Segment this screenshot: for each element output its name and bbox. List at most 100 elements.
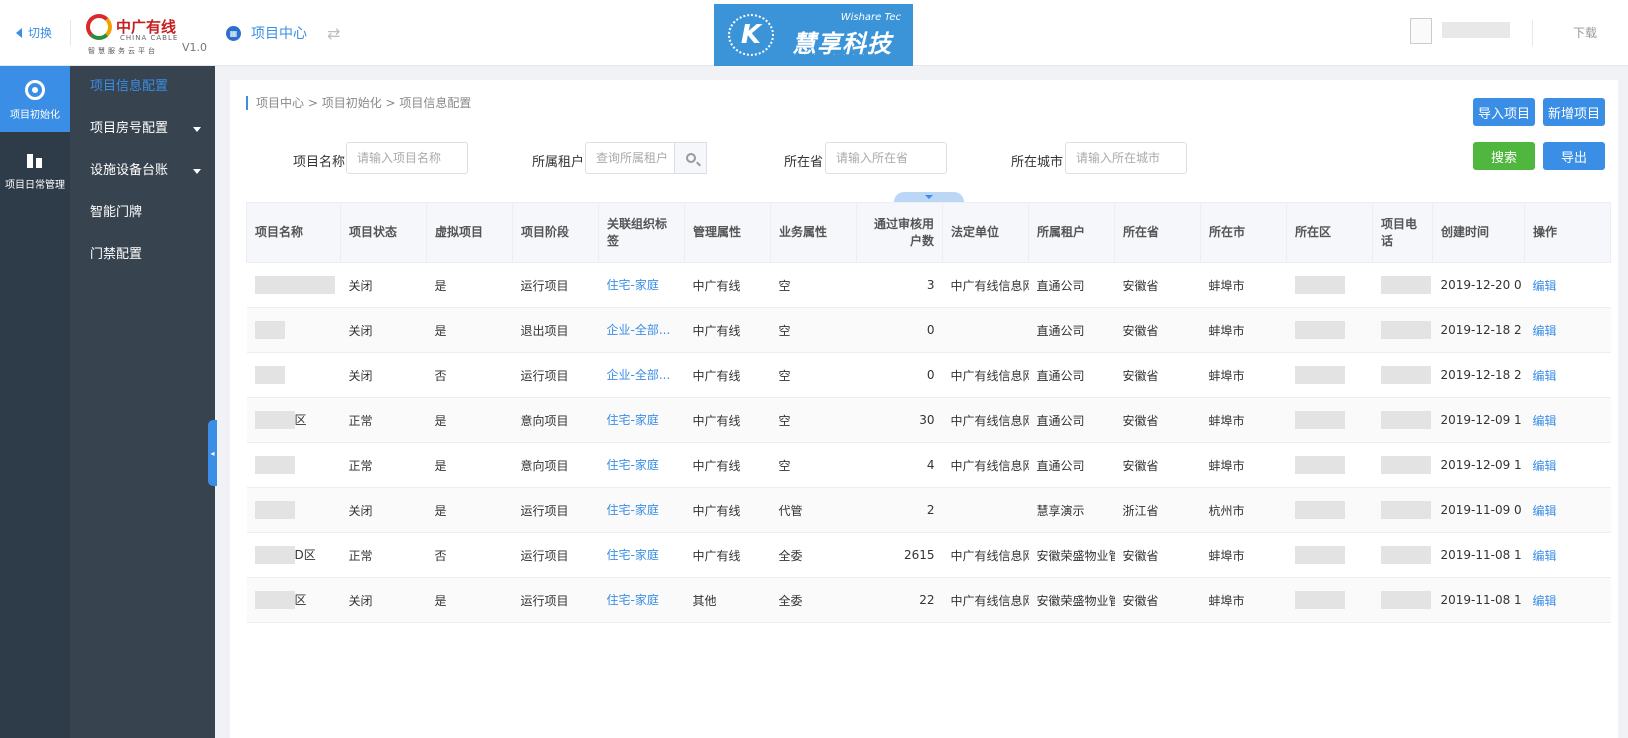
- logo-version: V1.0: [182, 41, 208, 54]
- tenant-search-button[interactable]: [675, 142, 707, 174]
- cell-tag[interactable]: 企业-全部...: [598, 307, 685, 353]
- import-project-button[interactable]: 导入项目: [1473, 98, 1535, 126]
- project-name-input[interactable]: 请输入项目名称: [346, 142, 468, 174]
- breadcrumb-item[interactable]: 项目中心: [256, 96, 304, 110]
- submenu-item-project-info[interactable]: 项目信息配置: [70, 66, 215, 108]
- table-row[interactable]: D区 正常否运行项目 住宅-家庭 中广有线 全委 2615 中广有线信息网 安徽荣盛物业管 安徽…: [246, 532, 1611, 578]
- tenant-input[interactable]: 查询所属租户: [585, 142, 675, 174]
- project-center-nav[interactable]: ▦ 项目中心 ⇄: [226, 23, 340, 43]
- target-icon: [25, 80, 45, 100]
- cell-legal: 中广有线信息网: [942, 352, 1029, 398]
- edit-link[interactable]: 编辑: [1524, 487, 1611, 533]
- redacted-text: [1380, 456, 1431, 474]
- filter-label-city: 所在城市: [1011, 155, 1064, 170]
- table-row[interactable]: 关闭是运行项目 住宅-家庭 中广有线空 3 中广有线信息网 直通公司 安徽省 蚌埠市 2019-…: [246, 262, 1611, 308]
- column-header[interactable]: 所在省: [1114, 202, 1201, 263]
- cell-tag[interactable]: 住宅-家庭: [598, 262, 685, 308]
- column-header[interactable]: 项目名称: [246, 202, 341, 263]
- city-input[interactable]: 请输入所在城市: [1065, 142, 1187, 174]
- download-link[interactable]: 下载: [1573, 24, 1597, 41]
- cell-legal: 中广有线信息网: [942, 532, 1029, 578]
- username-redacted[interactable]: [1442, 22, 1510, 38]
- edit-link[interactable]: 编辑: [1524, 262, 1611, 308]
- table-row[interactable]: 关闭是运行项目 住宅-家庭 中广有线 代管 2 慧享演示 浙江省 杭州市 2019-11-09 …: [246, 487, 1611, 533]
- edit-link[interactable]: 编辑: [1524, 307, 1611, 353]
- table-row[interactable]: 关闭是退出项目 企业-全部... 中广有线空 0 直通公司 安徽省 蚌埠市 2019-12-1…: [246, 307, 1611, 353]
- filter-toggle-tab[interactable]: [894, 192, 964, 202]
- submenu-item-smart-doorplate[interactable]: 智能门牌: [70, 192, 215, 234]
- column-header[interactable]: 法定单位: [942, 202, 1029, 263]
- submenu-item-access-control[interactable]: 门禁配置: [70, 234, 215, 276]
- search-button[interactable]: 搜索: [1473, 142, 1535, 170]
- column-header[interactable]: 项目状态: [340, 202, 427, 263]
- column-header[interactable]: 管理属性: [684, 202, 771, 263]
- edit-link[interactable]: 编辑: [1524, 577, 1611, 623]
- brand-en-text: Wishare Tec: [840, 12, 901, 23]
- cell-tag[interactable]: 住宅-家庭: [598, 397, 685, 443]
- cell-district: [1286, 532, 1373, 578]
- column-header[interactable]: 所属租户: [1028, 202, 1115, 263]
- column-header[interactable]: 项目阶段: [512, 202, 599, 263]
- redacted-text: [1380, 546, 1431, 564]
- cell-created: 2019-12-20 0: [1432, 262, 1525, 308]
- breadcrumb-item[interactable]: 项目初始化: [322, 96, 382, 110]
- cell-tenant: 直通公司: [1028, 262, 1115, 308]
- cell-biz: 空: [770, 442, 857, 488]
- province-input[interactable]: 请输入所在省: [825, 142, 947, 174]
- table-row[interactable]: 关闭否运行项目 企业-全部... 中广有线空 0 中广有线信息网 直通公司 安徽省 蚌埠市 20…: [246, 352, 1611, 398]
- column-header[interactable]: 项目电话: [1372, 202, 1433, 263]
- edit-link[interactable]: 编辑: [1524, 397, 1611, 443]
- cell-stage: 运行项目: [512, 532, 599, 578]
- cell-biz: 空: [770, 307, 857, 353]
- rail-item-daily-management[interactable]: 项目日常管理: [0, 136, 70, 202]
- cell-created: 2019-12-09 1: [1432, 442, 1525, 488]
- cell-project-name: [246, 352, 341, 398]
- cell-province: 安徽省: [1114, 442, 1201, 488]
- cell-tag[interactable]: 住宅-家庭: [598, 442, 685, 488]
- brand-decor-line: · · · · · · · ·: [794, 52, 868, 59]
- column-header[interactable]: 创建时间: [1432, 202, 1525, 263]
- cell-status: 关闭: [340, 487, 427, 533]
- cell-tag[interactable]: 住宅-家庭: [598, 577, 685, 623]
- switch-button[interactable]: 切换: [16, 24, 52, 41]
- add-project-button[interactable]: 新增项目: [1543, 98, 1605, 126]
- cell-mgmt: 中广有线: [684, 442, 771, 488]
- column-header[interactable]: 所在市: [1200, 202, 1287, 263]
- cell-created: 2019-12-18 2: [1432, 352, 1525, 398]
- column-header[interactable]: 关联组织标签: [598, 202, 685, 263]
- column-header[interactable]: 所在区: [1286, 202, 1373, 263]
- cell-users: 2615: [856, 532, 943, 578]
- edit-link[interactable]: 编辑: [1524, 352, 1611, 398]
- column-header[interactable]: 虚拟项目: [426, 202, 513, 263]
- submenu-item-room-config[interactable]: 项目房号配置: [70, 108, 215, 150]
- redacted-text: [254, 411, 295, 430]
- cell-stage: 运行项目: [512, 352, 599, 398]
- rail-item-label: 项目日常管理: [5, 180, 65, 191]
- cell-tag[interactable]: 企业-全部...: [598, 352, 685, 398]
- table-row[interactable]: 正常是意向项目 住宅-家庭 中广有线空 4 中广有线信息网 直通公司 安徽省 蚌埠市 2019-…: [246, 442, 1611, 488]
- swap-icon[interactable]: ⇄: [327, 24, 340, 43]
- table-row[interactable]: 区 关闭是运行项目 住宅-家庭 其他 全委 22 中广有线信息网 安徽荣盛物业管 安徽省 蚌埠市 2…: [246, 577, 1611, 623]
- cell-district: [1286, 442, 1373, 488]
- column-header[interactable]: 业务属性: [770, 202, 857, 263]
- collapse-sidebar-handle[interactable]: ◂: [208, 420, 217, 486]
- redacted-text: [1294, 591, 1345, 609]
- cell-status: 正常: [340, 397, 427, 443]
- submenu-item-equipment-ledger[interactable]: 设施设备台账: [70, 150, 215, 192]
- avatar[interactable]: [1410, 18, 1432, 44]
- cell-tag[interactable]: 住宅-家庭: [598, 487, 685, 533]
- export-button[interactable]: 导出: [1543, 142, 1605, 170]
- logo-tagline: 智慧服务云平台: [88, 47, 158, 55]
- column-header[interactable]: 通过审核用户数: [856, 202, 943, 263]
- rail-item-project-init[interactable]: 项目初始化: [0, 66, 70, 132]
- table-row[interactable]: 区 正常是意向项目 住宅-家庭 中广有线空 30 中广有线信息网 直通公司 安徽省 蚌埠市 201…: [246, 397, 1611, 443]
- cell-project-name: [246, 262, 341, 308]
- cell-created: 2019-11-09 0: [1432, 487, 1525, 533]
- edit-link[interactable]: 编辑: [1524, 532, 1611, 578]
- brand-mark-icon: K: [728, 14, 774, 56]
- redacted-text: [1294, 321, 1345, 339]
- cell-tag[interactable]: 住宅-家庭: [598, 532, 685, 578]
- cell-district: [1286, 352, 1373, 398]
- edit-link[interactable]: 编辑: [1524, 442, 1611, 488]
- cell-biz: 全委: [770, 577, 857, 623]
